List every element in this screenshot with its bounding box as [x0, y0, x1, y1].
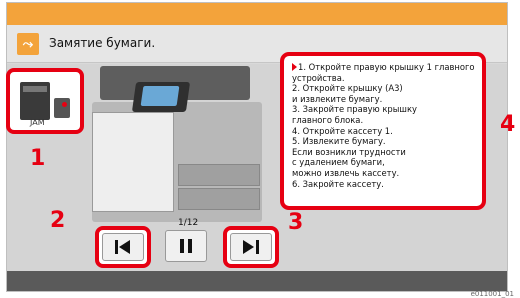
- skip-next-icon: [243, 240, 259, 254]
- instructions-panel: 1. Откройте правую крышку 1 главного уст…: [280, 52, 486, 210]
- instruction-line: 3. Закройте правую крышку: [292, 104, 417, 115]
- callout-4: 4: [500, 112, 516, 137]
- instruction-line: 5. Извлеките бумагу.: [292, 136, 386, 147]
- top-status-bar: [7, 3, 507, 25]
- page-counter: 1/12: [178, 218, 199, 228]
- instruction-line: с удалением бумаги,: [292, 157, 385, 168]
- device-display: [140, 86, 180, 106]
- instruction-line: 1. Откройте правую крышку 1 главного: [292, 62, 478, 73]
- figure-code: e011001_01: [470, 290, 514, 298]
- device-cassette-2: [178, 188, 260, 210]
- next-step-highlight: [223, 226, 279, 268]
- instruction-line: 4. Откройте кассету 1.: [292, 125, 393, 136]
- jam-indicator-dot: [62, 102, 67, 107]
- bottom-bar: [7, 271, 507, 291]
- mini-finisher-icon: [54, 98, 70, 118]
- instruction-line: главного блока.: [292, 114, 364, 125]
- pause-icon: [180, 239, 192, 253]
- instruction-line: и извлеките бумагу.: [292, 93, 383, 104]
- prev-step-button[interactable]: [102, 233, 144, 261]
- device-cassette-1: [178, 164, 260, 186]
- instructions-list: 1. Откройте правую крышку 1 главного уст…: [292, 62, 478, 189]
- next-step-button[interactable]: [230, 233, 272, 261]
- instruction-line: Если возникли трудности: [292, 146, 406, 157]
- callout-1: 1: [30, 146, 46, 171]
- pause-button[interactable]: [165, 230, 207, 262]
- instruction-line: 2. Откройте крышку (A3): [292, 83, 403, 94]
- callout-2: 2: [50, 208, 66, 233]
- step-pointer-icon: [292, 63, 297, 71]
- jam-location-thumbnail[interactable]: [6, 68, 84, 134]
- device-right-cover: [92, 112, 174, 212]
- paper-jam-icon: ⤳: [17, 33, 39, 55]
- jam-label: JAM: [30, 118, 45, 127]
- instruction-line: устройства.: [292, 72, 345, 83]
- instruction-line: 6. Закройте кассету.: [292, 178, 384, 189]
- prev-step-highlight: [95, 226, 151, 268]
- mini-device-icon: [20, 82, 50, 120]
- device-illustration: [88, 64, 268, 222]
- skip-previous-icon: [115, 240, 131, 254]
- page-title: Замятие бумаги.: [49, 36, 156, 50]
- instruction-line: можно извлечь кассету.: [292, 167, 400, 178]
- callout-3: 3: [288, 210, 304, 235]
